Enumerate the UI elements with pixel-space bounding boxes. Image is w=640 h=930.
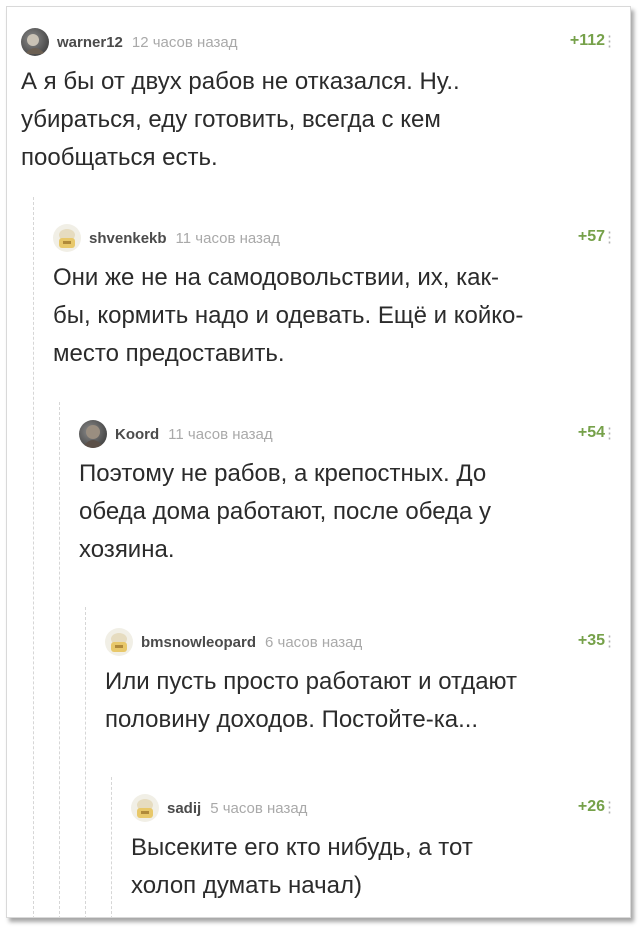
comment-text-line: А я бы от двух рабов не отказался. Ну.. (21, 68, 460, 95)
comment-username[interactable]: Koord (115, 426, 159, 443)
default-avatar-icon (111, 633, 127, 652)
more-options-icon[interactable]: ⋮ (602, 798, 617, 816)
comment-header: sadij 5 часов назад +26 ⋮ (131, 793, 621, 823)
comment-text: А я бы от двух рабов не отказался. Ну.. … (21, 63, 621, 177)
thread-branch-line[interactable] (85, 607, 86, 917)
comment-header: warner12 12 часов назад +112 ⋮ (21, 27, 621, 57)
comment-text-line: холоп думать начал) (131, 872, 362, 899)
comment-timestamp: 11 часов назад (175, 229, 281, 247)
default-avatar-icon (59, 229, 75, 248)
comment-timestamp: 11 часов назад (168, 425, 273, 443)
comment-rating: +26 (577, 798, 605, 815)
comment-text: Они же не на самодовольствии, их, как- б… (53, 259, 621, 373)
comment-timestamp: 5 часов назад (210, 799, 308, 817)
more-options-icon[interactable]: ⋮ (602, 32, 617, 50)
comment-text-line: пообщаться есть. (21, 144, 218, 171)
comment: bmsnowleopard 6 часов назад +35 ⋮ Или пу… (105, 627, 621, 739)
comment-text-line: обеда дома работают, после обеда у (79, 498, 492, 525)
comment-text-line: Они же не на самодовольствии, их, как- (53, 264, 499, 291)
comment-username[interactable]: bmsnowleopard (141, 634, 256, 651)
comment-text: Высеките его кто нибудь, а тот холоп дум… (131, 829, 621, 905)
comment-header: Koord 11 часов назад +54 ⋮ (79, 419, 621, 449)
more-options-icon[interactable]: ⋮ (602, 424, 617, 442)
user-avatar[interactable] (21, 28, 49, 56)
comment-text-line: Высеките его кто нибудь, а тот (131, 834, 473, 861)
comment-timestamp: 12 часов назад (131, 33, 238, 51)
comment: sadij 5 часов назад +26 ⋮ Высеките его к… (131, 793, 621, 905)
user-avatar[interactable] (131, 794, 159, 822)
comments-thread: warner12 12 часов назад +112 ⋮ А я бы от… (6, 6, 631, 918)
photo-avatar (25, 34, 45, 54)
user-avatar[interactable] (53, 224, 81, 252)
comment-rating: +57 (577, 228, 605, 245)
photo-avatar (82, 425, 104, 448)
comment-header: bmsnowleopard 6 часов назад +35 ⋮ (105, 627, 621, 657)
comment-username[interactable]: sadij (167, 800, 201, 817)
thread-branch-line[interactable] (33, 197, 34, 917)
comment-text: Поэтому не рабов, а крепостных. До обеда… (79, 455, 621, 569)
more-options-icon[interactable]: ⋮ (602, 228, 617, 246)
comment-text-line: место предоставить. (53, 340, 285, 367)
comment-rating: +112 (569, 32, 605, 49)
comment-text-line: Поэтому не рабов, а крепостных. До (79, 460, 487, 487)
more-options-icon[interactable]: ⋮ (602, 632, 617, 650)
comment-text-line: Или пусть просто работают и отдают (105, 668, 518, 695)
comment-text-line: хозяина. (79, 536, 175, 563)
thread-branch-line[interactable] (59, 402, 60, 917)
comment-text-line: убираться, еду готовить, всегда с кем (21, 106, 441, 133)
comment-header: shvenkekb 11 часов назад +57 ⋮ (53, 223, 621, 253)
thread-branch-line[interactable] (111, 777, 112, 917)
comment: shvenkekb 11 часов назад +57 ⋮ Они же не… (53, 223, 621, 373)
user-avatar[interactable] (79, 420, 107, 448)
user-avatar[interactable] (105, 628, 133, 656)
comment: warner12 12 часов назад +112 ⋮ А я бы от… (21, 27, 621, 177)
comment-username[interactable]: warner12 (57, 34, 123, 51)
comment: Koord 11 часов назад +54 ⋮ Поэтому не ра… (79, 419, 621, 569)
comment-text: Или пусть просто работают и отдают полов… (105, 663, 621, 739)
comment-timestamp: 6 часов назад (265, 633, 363, 651)
default-avatar-icon (137, 799, 153, 818)
comment-rating: +54 (577, 424, 605, 441)
comment-text-line: половину доходов. Постойте-ка... (105, 706, 479, 733)
comment-rating: +35 (577, 632, 605, 649)
comment-username[interactable]: shvenkekb (89, 230, 167, 247)
comment-text-line: бы, кормить надо и одевать. Ещё и койко- (53, 302, 524, 329)
